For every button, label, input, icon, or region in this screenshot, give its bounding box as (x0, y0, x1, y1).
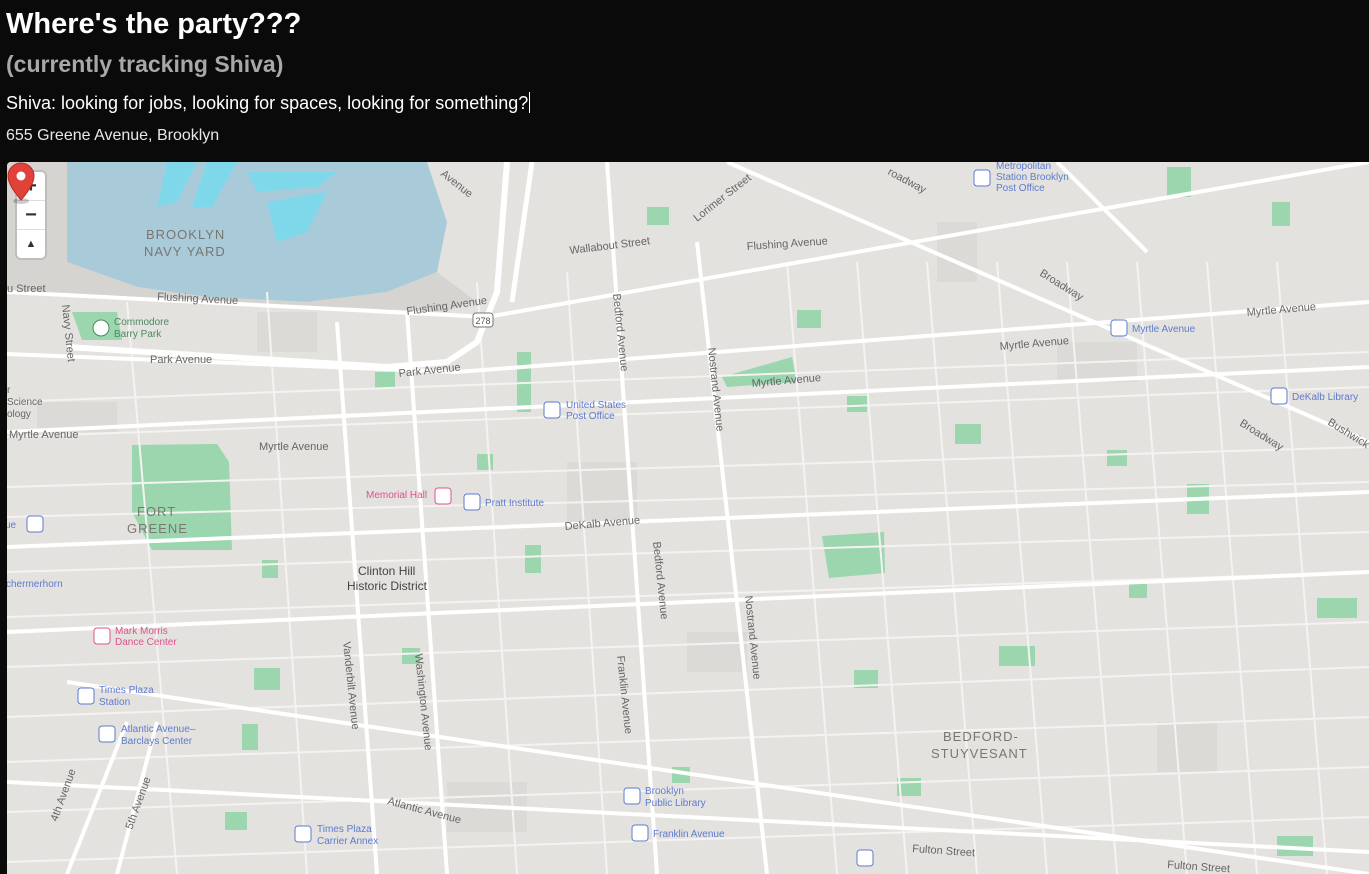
poi-mark-morris-dance[interactable]: Mark Morris Dance Center (93, 626, 177, 648)
svg-text:ology: ology (7, 409, 31, 420)
poi-pratt-institute[interactable]: Pratt Institute (463, 493, 544, 511)
park-block (242, 724, 258, 750)
street-label: Nostrand Avenue (705, 347, 726, 432)
svg-text:Commodore: Commodore (114, 317, 169, 328)
svg-text:Dance Center: Dance Center (115, 637, 177, 648)
area-label-navy-yard-2: NAVY YARD (144, 244, 226, 259)
poi-franklin-avenue-station[interactable]: Franklin Avenue (631, 824, 725, 842)
svg-text:Pratt Institute: Pratt Institute (485, 498, 544, 509)
svg-text:Metropolitan: Metropolitan (996, 162, 1051, 172)
svg-text:United States: United States (566, 400, 626, 411)
park-block (1272, 202, 1290, 226)
street-label: Fulton Street (912, 843, 976, 859)
street-label: 5th Avenue (124, 775, 154, 831)
svg-text:Station Brooklyn: Station Brooklyn (996, 172, 1069, 183)
science-label: r (7, 385, 11, 396)
area-label-clinton-hill-2: Historic District (347, 579, 428, 593)
svg-text:Barclays Center: Barclays Center (121, 736, 193, 747)
park-block (647, 207, 669, 225)
location-pin-icon[interactable] (7, 162, 35, 204)
compass-button[interactable]: ▲ (17, 230, 45, 258)
park-block (262, 560, 278, 578)
street-label: 4th Avenue (49, 767, 79, 823)
svg-text:Science: Science (7, 397, 43, 408)
area-label-fort-greene-2: GREENE (127, 521, 188, 536)
street-label: Broadway (1237, 417, 1285, 453)
svg-text:Franklin Avenue: Franklin Avenue (653, 829, 725, 840)
svg-text:Public Library: Public Library (645, 798, 706, 809)
map-canvas[interactable]: 278 BROOKLYN NAVY YARD FORT GREENE BEDFO… (7, 162, 1369, 874)
area-label-bedstuy: BEDFORD- (943, 729, 1019, 744)
svg-text:Brooklyn: Brooklyn (645, 786, 684, 797)
svg-text:Atlantic Avenue–: Atlantic Avenue– (121, 724, 196, 735)
svg-text:Times Plaza: Times Plaza (317, 824, 372, 835)
park-block (1317, 598, 1357, 618)
svg-text:Mark Morris: Mark Morris (115, 626, 168, 637)
poi-myrtle-avenue-station[interactable]: Myrtle Avenue (1110, 319, 1196, 337)
poi-dekalb-library[interactable]: DeKalb Library (1270, 387, 1358, 405)
park-block (477, 454, 493, 470)
svg-text:Times Plaza: Times Plaza (99, 685, 154, 696)
park-block (847, 396, 867, 412)
address-line: 655 Greene Avenue, Brooklyn (6, 127, 220, 144)
poi-memorial-hall[interactable]: Memorial Hall (366, 487, 452, 505)
park-block (254, 668, 280, 690)
park-block (1107, 450, 1127, 466)
street-label: Avenue (438, 168, 475, 200)
herbert-von-king-park (822, 532, 885, 578)
street-label: Myrtle Avenue (9, 429, 79, 441)
status-line: Shiva: looking for jobs, looking for spa… (6, 92, 531, 114)
svg-text:ue: ue (7, 520, 17, 531)
schermerhorn-label: chermerhorn (7, 579, 63, 590)
fulton-street-road (7, 780, 1369, 854)
svg-text:278: 278 (475, 316, 490, 326)
map-view[interactable]: 278 BROOKLYN NAVY YARD FORT GREENE BEDFO… (7, 162, 1369, 874)
street-label: Park Avenue (150, 354, 212, 366)
svg-text:Carrier Annex: Carrier Annex (317, 836, 378, 847)
area-label-fort-greene: FORT (137, 504, 176, 519)
park-block (225, 812, 247, 830)
street-label: roadway (886, 166, 929, 196)
svg-text:Memorial Hall: Memorial Hall (366, 490, 427, 501)
poi-post-office-south[interactable] (856, 849, 874, 867)
park-block (955, 424, 981, 444)
area-label-navy-yard: BROOKLYN (146, 227, 225, 242)
poi-usps[interactable]: United States Post Office (543, 400, 626, 422)
svg-text:Post Office: Post Office (566, 411, 615, 422)
poi-metropolitan-post-office[interactable]: Metropolitan Station Brooklyn Post Offic… (973, 162, 1069, 194)
park-block (375, 372, 395, 388)
route-278-shield: 278 (472, 312, 494, 328)
street-label: Myrtle Avenue (259, 441, 329, 453)
poi-times-plaza-annex[interactable]: Times Plaza Carrier Annex (294, 824, 378, 847)
zoom-out-button[interactable]: − (17, 201, 45, 230)
street-label: Bushwick (1325, 416, 1369, 451)
area-label-bedstuy-2: STUYVESANT (931, 746, 1028, 761)
poi-station-west[interactable]: ue (7, 515, 44, 533)
street-label: Flushing Avenue (746, 235, 828, 253)
tracking-subtitle: (currently tracking Shiva) (6, 51, 284, 77)
street-label: Wallabout Street (569, 235, 651, 257)
street-label: Broadway (1037, 267, 1085, 303)
park-block (797, 310, 821, 328)
street-label: Lorimer Street (691, 172, 753, 224)
street-label: u Street (7, 283, 46, 295)
svg-text:Myrtle Avenue: Myrtle Avenue (1132, 324, 1196, 335)
svg-text:Station: Station (99, 697, 130, 708)
street-label: Fulton Street (1167, 859, 1231, 874)
svg-text:Post Office: Post Office (996, 183, 1045, 194)
area-label-clinton-hill: Clinton Hill (358, 564, 415, 578)
poi-atlantic-barclays[interactable]: Atlantic Avenue– Barclays Center (98, 724, 196, 747)
page-title: Where's the party??? (6, 8, 302, 40)
park-block (525, 545, 541, 573)
text-caret (529, 92, 531, 113)
poi-times-plaza-station[interactable]: Times Plaza Station (77, 685, 154, 708)
svg-text:DeKalb Library: DeKalb Library (1292, 392, 1358, 403)
status-text: Shiva: looking for jobs, looking for spa… (6, 93, 529, 113)
svg-text:Barry Park: Barry Park (114, 329, 162, 340)
